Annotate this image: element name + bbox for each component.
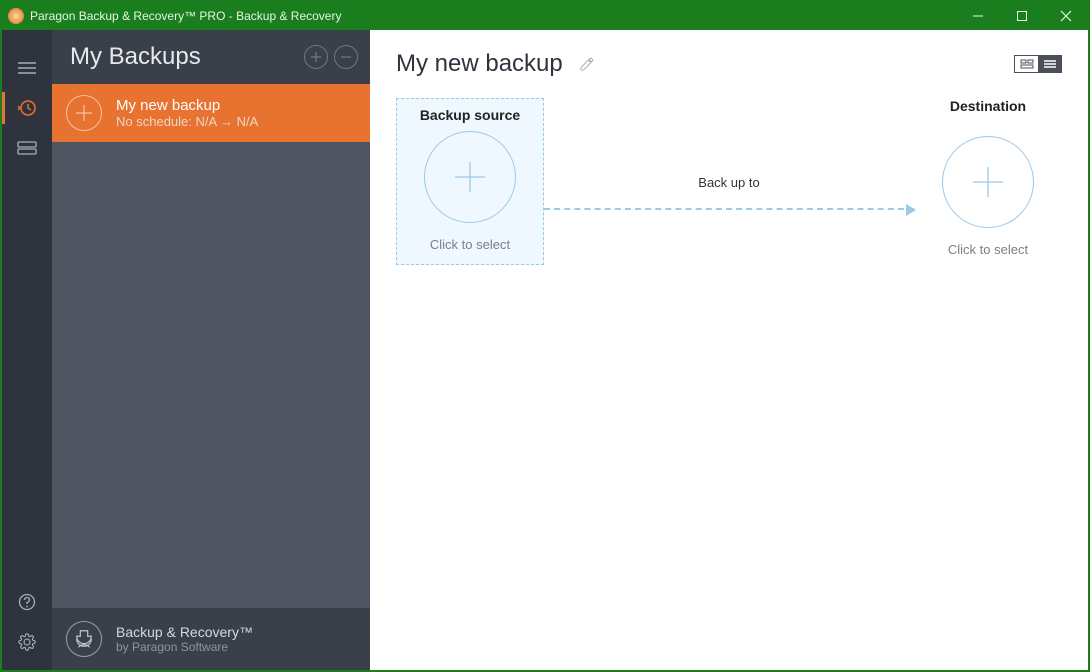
window-title: Paragon Backup & Recovery™ PRO - Backup … — [30, 9, 956, 23]
sidebar: My Backups My new backup No schedule: N/… — [52, 30, 370, 670]
plus-icon — [942, 136, 1034, 228]
arrow-icon — [544, 208, 914, 210]
help-button[interactable] — [2, 582, 52, 622]
edit-title-button[interactable] — [579, 56, 595, 72]
backup-title: My new backup — [396, 50, 563, 78]
nav-rail — [2, 30, 52, 670]
backup-list-item[interactable]: My new backup No schedule: N/A → N/A — [52, 84, 370, 142]
add-backup-button[interactable] — [304, 45, 328, 69]
destination-card[interactable]: Destination Click to select — [914, 98, 1062, 269]
backup-item-subtitle: No schedule: N/A → N/A — [116, 114, 258, 129]
destination-caption: Click to select — [914, 242, 1062, 257]
arrow-label: Back up to — [698, 175, 759, 190]
destination-title: Destination — [914, 98, 1062, 114]
minimize-button[interactable] — [956, 2, 1000, 30]
view-toggle — [1014, 55, 1062, 73]
vendor-name: by Paragon Software — [116, 640, 253, 654]
app-icon — [8, 8, 24, 24]
sidebar-heading: My Backups — [70, 43, 298, 71]
view-list-button[interactable] — [1038, 55, 1062, 73]
view-grid-button[interactable] — [1014, 55, 1038, 73]
disk-nav[interactable] — [2, 128, 52, 168]
backup-history-nav[interactable] — [2, 88, 52, 128]
main-panel: My new backup Backup source — [370, 30, 1088, 670]
maximize-button[interactable] — [1000, 2, 1044, 30]
plus-icon — [424, 131, 516, 223]
plus-icon — [66, 95, 102, 131]
backup-source-card[interactable]: Backup source Click to select — [396, 98, 544, 265]
product-name: Backup & Recovery™ — [116, 624, 253, 640]
flow-arrow: Back up to — [544, 142, 914, 242]
source-caption: Click to select — [397, 237, 543, 252]
close-button[interactable] — [1044, 2, 1088, 30]
backup-item-name: My new backup — [116, 97, 258, 114]
source-title: Backup source — [397, 107, 543, 123]
product-logo-icon — [66, 621, 102, 657]
settings-button[interactable] — [2, 622, 52, 662]
sidebar-footer: Backup & Recovery™ by Paragon Software — [52, 608, 370, 670]
titlebar: Paragon Backup & Recovery™ PRO - Backup … — [2, 2, 1088, 30]
menu-button[interactable] — [2, 48, 52, 88]
remove-backup-button[interactable] — [334, 45, 358, 69]
sidebar-header: My Backups — [52, 30, 370, 84]
